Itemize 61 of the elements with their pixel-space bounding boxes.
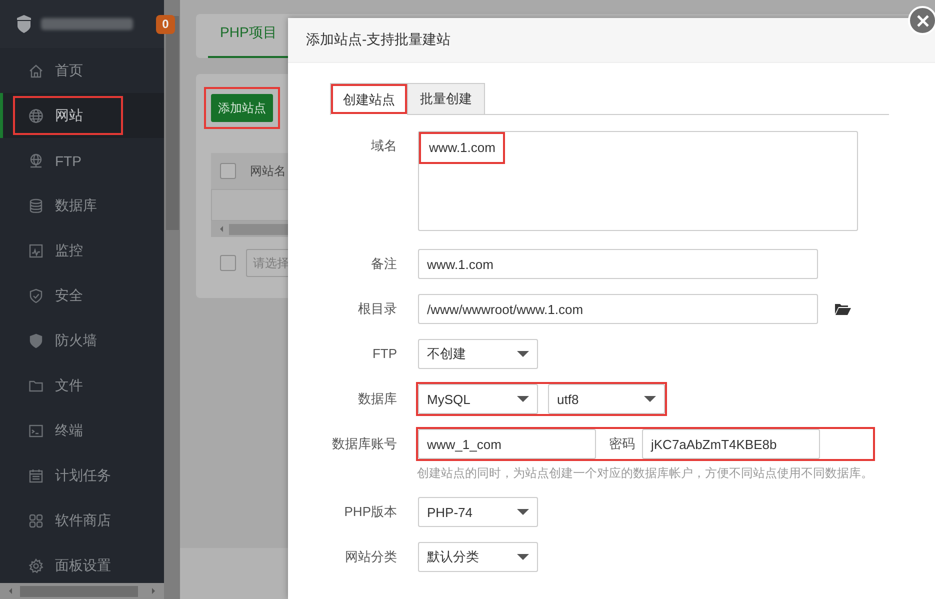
dialog-tab[interactable]: 创建站点 (330, 83, 408, 115)
path-field[interactable]: /www/wwwroot/www.1.com (418, 294, 818, 324)
sidebar-item[interactable]: 终端 (0, 408, 164, 453)
notification-badge[interactable]: 0 (156, 14, 175, 34)
folder-icon[interactable] (835, 302, 851, 316)
globe-icon (28, 108, 44, 124)
caret-icon (644, 396, 656, 402)
checkbox[interactable] (220, 255, 236, 271)
field-label: 数据库 (357, 390, 397, 408)
password-label: 密码 (609, 435, 635, 453)
field-label: 域名 (370, 137, 397, 155)
field-label: 根目录 (357, 300, 397, 318)
column-header: 网站名 (250, 162, 286, 180)
settings-icon (28, 558, 44, 574)
shield-check-icon (28, 288, 44, 304)
field-label: PHP版本 (343, 503, 397, 521)
dialog-tab[interactable]: 批量创建 (407, 83, 485, 114)
sidebar-item[interactable]: 文件 (0, 363, 164, 408)
sidebar-item[interactable]: 软件商店 (0, 498, 164, 543)
sidebar-item[interactable]: 安全 (0, 273, 164, 318)
calendar-icon (28, 468, 44, 484)
globe-stand-icon (28, 152, 44, 168)
scrollbar[interactable] (0, 583, 164, 599)
select-dropdown[interactable]: PHP-74 (418, 497, 538, 527)
select-dropdown[interactable]: 不创建 (418, 339, 538, 369)
select-dropdown[interactable]: utf8 (548, 384, 665, 414)
sidebar-item[interactable]: 计划任务 (0, 453, 164, 498)
sidebar-item[interactable]: 监控 (0, 228, 164, 273)
chart-icon (28, 242, 44, 258)
select-dropdown[interactable]: MySQL (418, 384, 538, 414)
caret-icon (517, 509, 529, 515)
caret-icon (517, 396, 529, 402)
caret-icon (517, 554, 529, 560)
field-label: 数据库账号 (331, 435, 397, 453)
logo-icon (16, 15, 32, 33)
sidebar-item[interactable]: 数据库 (0, 183, 164, 228)
checkbox[interactable] (220, 163, 236, 179)
sidebar-item[interactable]: 面板设置 (0, 543, 164, 583)
terminal-icon (28, 422, 44, 438)
close-icon (916, 14, 930, 28)
field-label: 备注 (370, 255, 397, 273)
field-label: 网站分类 (344, 548, 397, 566)
select-dropdown[interactable]: 默认分类 (418, 542, 538, 572)
database-icon (28, 198, 44, 214)
field-label: FTP (371, 345, 397, 363)
domain-textarea[interactable]: www.1.com (418, 131, 858, 231)
sidebar-item[interactable]: FTP (0, 138, 164, 183)
dialog-title: 添加站点-支持批量建站 (288, 18, 935, 63)
sidebar-item[interactable]: 网站 (0, 93, 164, 138)
scrollbar[interactable] (164, 0, 180, 599)
grid-icon (28, 512, 44, 528)
sidebar-item[interactable]: 首页 (0, 48, 164, 93)
sidebar-item[interactable]: 防火墙 (0, 318, 164, 363)
hint-text: 创建站点的同时，为站点创建一个对应的数据库帐户，方便不同站点使用不同数据库。 (417, 465, 873, 482)
account-field[interactable]: www_1_com (418, 429, 596, 459)
shield-icon (28, 332, 44, 348)
password-field[interactable]: jKC7aAbZmT4KBE8b (642, 429, 820, 459)
add-site-button[interactable]: 添加站点 (211, 94, 273, 122)
home-icon (28, 62, 44, 78)
caret-icon (517, 351, 529, 357)
input-field[interactable]: www.1.com (418, 249, 818, 279)
